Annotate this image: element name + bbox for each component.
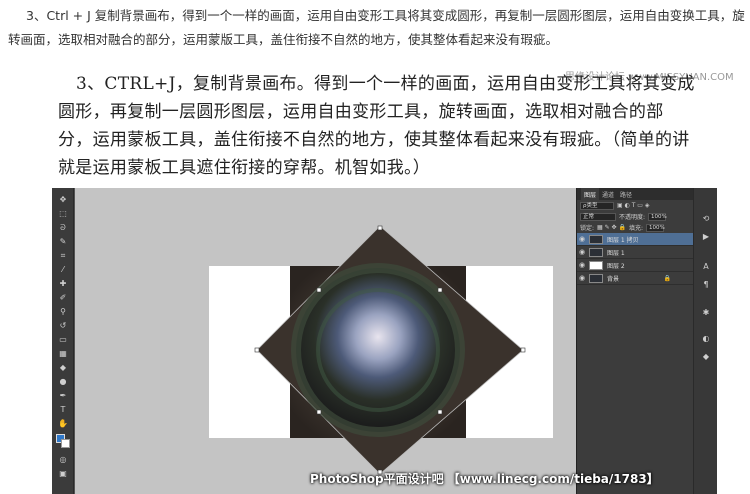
transform-handle[interactable] — [316, 287, 322, 293]
gradient-tool-icon[interactable]: ▦ — [57, 350, 69, 358]
intro-text: 3、Ctrl + J 复制背景画布，得到一个一样的画面，运用自由变形工具将其变成… — [8, 8, 745, 47]
eye-icon[interactable]: ◉ — [577, 274, 587, 282]
tab-channels[interactable]: 通道 — [599, 188, 617, 200]
layer-thumbnail — [589, 260, 603, 270]
blend-row: 正常 不透明度: 100% — [577, 211, 693, 222]
pen-tool-icon[interactable]: ✒ — [57, 392, 69, 400]
history-brush-tool-icon[interactable]: ↺ — [57, 322, 69, 330]
layer-thumbnail — [589, 273, 603, 283]
lock-icons[interactable]: ▦ ✎ ✥ 🔒 — [597, 224, 626, 231]
photoshop-screenshot: ✥ ⬚ ᘐ ✎ ⌗ ⁄ ✚ ✐ ⚲ ↺ ▭ ▦ ◆ ● ✒ T ✋ ◎ ▣ 图层… — [52, 188, 717, 494]
eye-icon[interactable]: ◉ — [577, 235, 587, 243]
layer-row[interactable]: ◉ 图层 1 拷贝 — [577, 233, 693, 246]
lock-label: 锁定: — [580, 225, 595, 232]
hand-tool-icon[interactable]: ✋ — [57, 420, 69, 428]
eyedropper-tool-icon[interactable]: ⁄ — [57, 266, 69, 274]
layer-row[interactable]: ◉ 图层 1 — [577, 246, 693, 259]
blend-mode-select[interactable]: 正常 — [580, 212, 616, 221]
tools-panel: ✥ ⬚ ᘐ ✎ ⌗ ⁄ ✚ ✐ ⚲ ↺ ▭ ▦ ◆ ● ✒ T ✋ ◎ ▣ — [52, 188, 74, 494]
transform-handle[interactable] — [316, 409, 322, 415]
stamp-tool-icon[interactable]: ⚲ — [57, 308, 69, 316]
filter-icons: ▣ ◐ T ▭ ◈ — [617, 202, 650, 209]
eye-icon[interactable]: ◉ — [577, 248, 587, 256]
lock-row: 锁定: ▦ ✎ ✥ 🔒 填充: 100% — [577, 222, 693, 233]
eye-icon[interactable]: ◉ — [577, 261, 587, 269]
layer-name: 图层 1 拷贝 — [607, 236, 639, 244]
eraser-tool-icon[interactable]: ▭ — [57, 336, 69, 344]
character-icon[interactable]: A — [701, 262, 711, 272]
filter-row: ρ类型 ▣ ◐ T ▭ ◈ — [577, 200, 693, 211]
fill-input[interactable]: 100% — [645, 223, 665, 232]
quick-mask-icon[interactable]: ◎ — [57, 456, 69, 464]
paragraph-icon[interactable]: ¶ — [701, 280, 711, 290]
lasso-tool-icon[interactable]: ᘐ — [57, 224, 69, 232]
opacity-input[interactable]: 100% — [648, 212, 667, 221]
layer-name: 图层 1 — [607, 249, 625, 257]
layer-thumbnail — [589, 234, 603, 244]
layer-name: 图层 2 — [607, 262, 625, 270]
lock-icon: 🔒 — [663, 274, 671, 282]
background-color-swatch[interactable] — [61, 439, 70, 448]
history-icon[interactable]: ⟲ — [701, 214, 711, 224]
styles-icon[interactable]: ◆ — [701, 352, 711, 362]
canvas-area[interactable] — [75, 188, 576, 494]
opacity-label: 不透明度: — [619, 214, 646, 221]
adjustments-icon[interactable]: ◐ — [701, 334, 711, 344]
panel-tabs: 图层 通道 路径 — [577, 188, 693, 200]
marquee-tool-icon[interactable]: ⬚ — [57, 210, 69, 218]
actions-icon[interactable]: ▶ — [701, 232, 711, 242]
quick-select-tool-icon[interactable]: ✎ — [57, 238, 69, 246]
fill-label: 填充: — [628, 225, 643, 232]
footer-watermark: PhotoShop平面设计吧 【www.linecg.com/tieba/178… — [310, 472, 659, 486]
layer-name: 背景 — [607, 275, 620, 283]
layer-row[interactable]: ◉ 背景 🔒 — [577, 272, 693, 285]
dodge-tool-icon[interactable]: ● — [57, 378, 69, 386]
crop-tool-icon[interactable]: ⌗ — [57, 252, 69, 260]
caption-image: 3、CTRL+J，复制背景画布。得到一个一样的画面，运用自由变形工具将其变成圆形… — [58, 70, 698, 182]
transform-handle[interactable] — [520, 347, 526, 353]
blur-tool-icon[interactable]: ◆ — [57, 364, 69, 372]
move-tool-icon[interactable]: ✥ — [57, 196, 69, 204]
intro-paragraph: 3、Ctrl + J 复制背景画布，得到一个一样的画面，运用自由变形工具将其变成… — [8, 4, 746, 52]
kind-filter-select[interactable]: ρ类型 — [580, 201, 614, 210]
layers-panel: 图层 通道 路径 ρ类型 ▣ ◐ T ▭ ◈ 正常 不透明度: 100% 锁定:… — [576, 188, 693, 494]
transform-handle[interactable] — [437, 287, 443, 293]
screen-mode-icon[interactable]: ▣ — [57, 470, 69, 478]
transform-handle[interactable] — [254, 347, 260, 353]
transform-handle[interactable] — [437, 409, 443, 415]
panel-dock: ⟲ ▶ A ¶ ✱ ◐ ◆ — [693, 188, 717, 494]
type-tool-icon[interactable]: T — [57, 406, 69, 414]
caption-text: 3、CTRL+J，复制背景画布。得到一个一样的画面，运用自由变形工具将其变成圆形… — [58, 74, 695, 178]
layer-thumbnail — [589, 247, 603, 257]
transform-handle[interactable] — [377, 225, 383, 231]
brush-tool-icon[interactable]: ✐ — [57, 294, 69, 302]
tool-presets-icon[interactable]: ✱ — [701, 308, 711, 318]
tab-layers[interactable]: 图层 — [581, 188, 600, 200]
warped-image — [254, 225, 526, 475]
healing-tool-icon[interactable]: ✚ — [57, 280, 69, 288]
layer-row[interactable]: ◉ 图层 2 — [577, 259, 693, 272]
tab-paths[interactable]: 路径 — [617, 188, 635, 200]
